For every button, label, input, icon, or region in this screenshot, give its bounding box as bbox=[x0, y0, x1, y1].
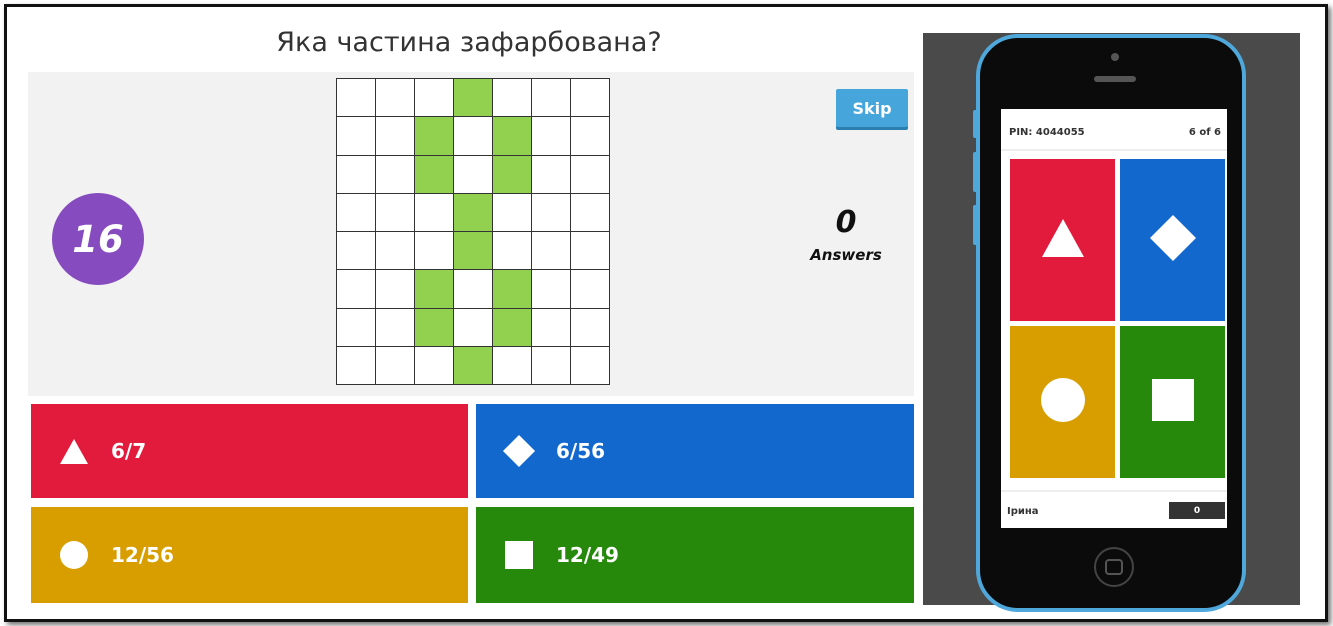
grid-cell bbox=[454, 155, 493, 194]
grid-cell bbox=[376, 193, 415, 232]
grid-cell bbox=[415, 193, 454, 232]
grid-cell-shaded bbox=[454, 79, 493, 118]
grid-cell bbox=[532, 79, 571, 118]
skip-button[interactable]: Skip bbox=[836, 89, 908, 127]
grid-cell-shaded bbox=[493, 155, 532, 194]
answer-text: 6/56 bbox=[556, 439, 606, 463]
grid-cell-shaded bbox=[493, 308, 532, 347]
grid-cell bbox=[337, 232, 376, 271]
phone-footer: Ірина 0 bbox=[1001, 490, 1227, 530]
grid-cell-shaded bbox=[415, 308, 454, 347]
square-icon bbox=[502, 538, 536, 572]
grid-cell-shaded bbox=[493, 117, 532, 156]
answers-count: 0 bbox=[835, 205, 857, 240]
grid-cell bbox=[493, 232, 532, 271]
grid-cell-shaded bbox=[415, 155, 454, 194]
phone-header: PIN: 4044055 6 of 6 bbox=[1001, 109, 1227, 151]
grid-cell bbox=[337, 79, 376, 118]
grid-cell bbox=[454, 270, 493, 309]
answer-option-blue[interactable]: 6/56 bbox=[476, 404, 914, 498]
grid-cell bbox=[337, 270, 376, 309]
shaded-grid-figure bbox=[336, 78, 610, 385]
phone-answer-gold[interactable] bbox=[1010, 326, 1115, 478]
grid-cell bbox=[571, 155, 610, 194]
grid-cell bbox=[571, 308, 610, 347]
square-icon bbox=[1151, 378, 1195, 426]
grid-cell-shaded bbox=[493, 270, 532, 309]
grid-cell-shaded bbox=[454, 193, 493, 232]
grid-cell bbox=[571, 193, 610, 232]
circle-icon bbox=[1040, 377, 1086, 427]
game-pin: PIN: 4044055 bbox=[1009, 127, 1085, 138]
triangle-icon bbox=[1041, 218, 1085, 262]
grid-cell-shaded bbox=[454, 346, 493, 385]
grid-cell bbox=[571, 270, 610, 309]
grid-cell bbox=[532, 232, 571, 271]
answer-text: 12/49 bbox=[556, 543, 619, 567]
grid-cell bbox=[376, 308, 415, 347]
answer-option-red[interactable]: 6/7 bbox=[31, 404, 468, 498]
grid-cell-shaded bbox=[454, 232, 493, 271]
grid-cell bbox=[337, 155, 376, 194]
question-title: Яка частина зафарбована? bbox=[276, 26, 662, 58]
circle-icon bbox=[57, 538, 91, 572]
phone-answer-green[interactable] bbox=[1120, 326, 1225, 478]
grid-cell bbox=[376, 155, 415, 194]
grid-cell bbox=[493, 346, 532, 385]
grid-cell bbox=[337, 117, 376, 156]
grid-cell bbox=[376, 117, 415, 156]
grid-cell bbox=[532, 193, 571, 232]
question-progress: 6 of 6 bbox=[1188, 127, 1221, 138]
diamond-icon bbox=[1148, 213, 1198, 267]
grid-cell bbox=[415, 232, 454, 271]
answer-text: 12/56 bbox=[111, 543, 174, 567]
grid-cell bbox=[376, 346, 415, 385]
grid-cell bbox=[493, 193, 532, 232]
grid-cell bbox=[571, 117, 610, 156]
grid-cell bbox=[532, 346, 571, 385]
answer-option-gold[interactable]: 12/56 bbox=[31, 507, 468, 603]
answers-label: Answers bbox=[810, 246, 882, 264]
grid-cell bbox=[532, 270, 571, 309]
grid-cell bbox=[532, 308, 571, 347]
phone-answer-blue[interactable] bbox=[1120, 159, 1225, 321]
phone-camera bbox=[1111, 53, 1119, 61]
countdown-timer: 16 bbox=[52, 193, 144, 285]
answer-option-green[interactable]: 12/49 bbox=[476, 507, 914, 603]
phone-home-button bbox=[1094, 547, 1134, 587]
grid-cell-shaded bbox=[415, 270, 454, 309]
phone-answer-red[interactable] bbox=[1010, 159, 1115, 321]
grid-cell bbox=[454, 117, 493, 156]
grid-cell bbox=[337, 308, 376, 347]
grid-cell bbox=[337, 193, 376, 232]
grid-cell bbox=[532, 155, 571, 194]
grid-cell bbox=[571, 346, 610, 385]
grid-cell bbox=[532, 117, 571, 156]
player-name: Ірина bbox=[1007, 506, 1039, 517]
answer-text: 6/7 bbox=[111, 439, 147, 463]
grid-cell bbox=[571, 79, 610, 118]
triangle-icon bbox=[57, 434, 91, 468]
grid-cell bbox=[337, 346, 376, 385]
grid-cell bbox=[376, 79, 415, 118]
grid-cell-shaded bbox=[415, 117, 454, 156]
grid-cell bbox=[493, 79, 532, 118]
grid-cell bbox=[571, 232, 610, 271]
grid-cell bbox=[415, 346, 454, 385]
grid-cell bbox=[376, 232, 415, 271]
diamond-icon bbox=[502, 434, 536, 468]
phone-speaker bbox=[1094, 76, 1136, 82]
grid-cell bbox=[415, 79, 454, 118]
grid-cell bbox=[454, 308, 493, 347]
player-score: 0 bbox=[1169, 502, 1225, 519]
grid-cell bbox=[376, 270, 415, 309]
